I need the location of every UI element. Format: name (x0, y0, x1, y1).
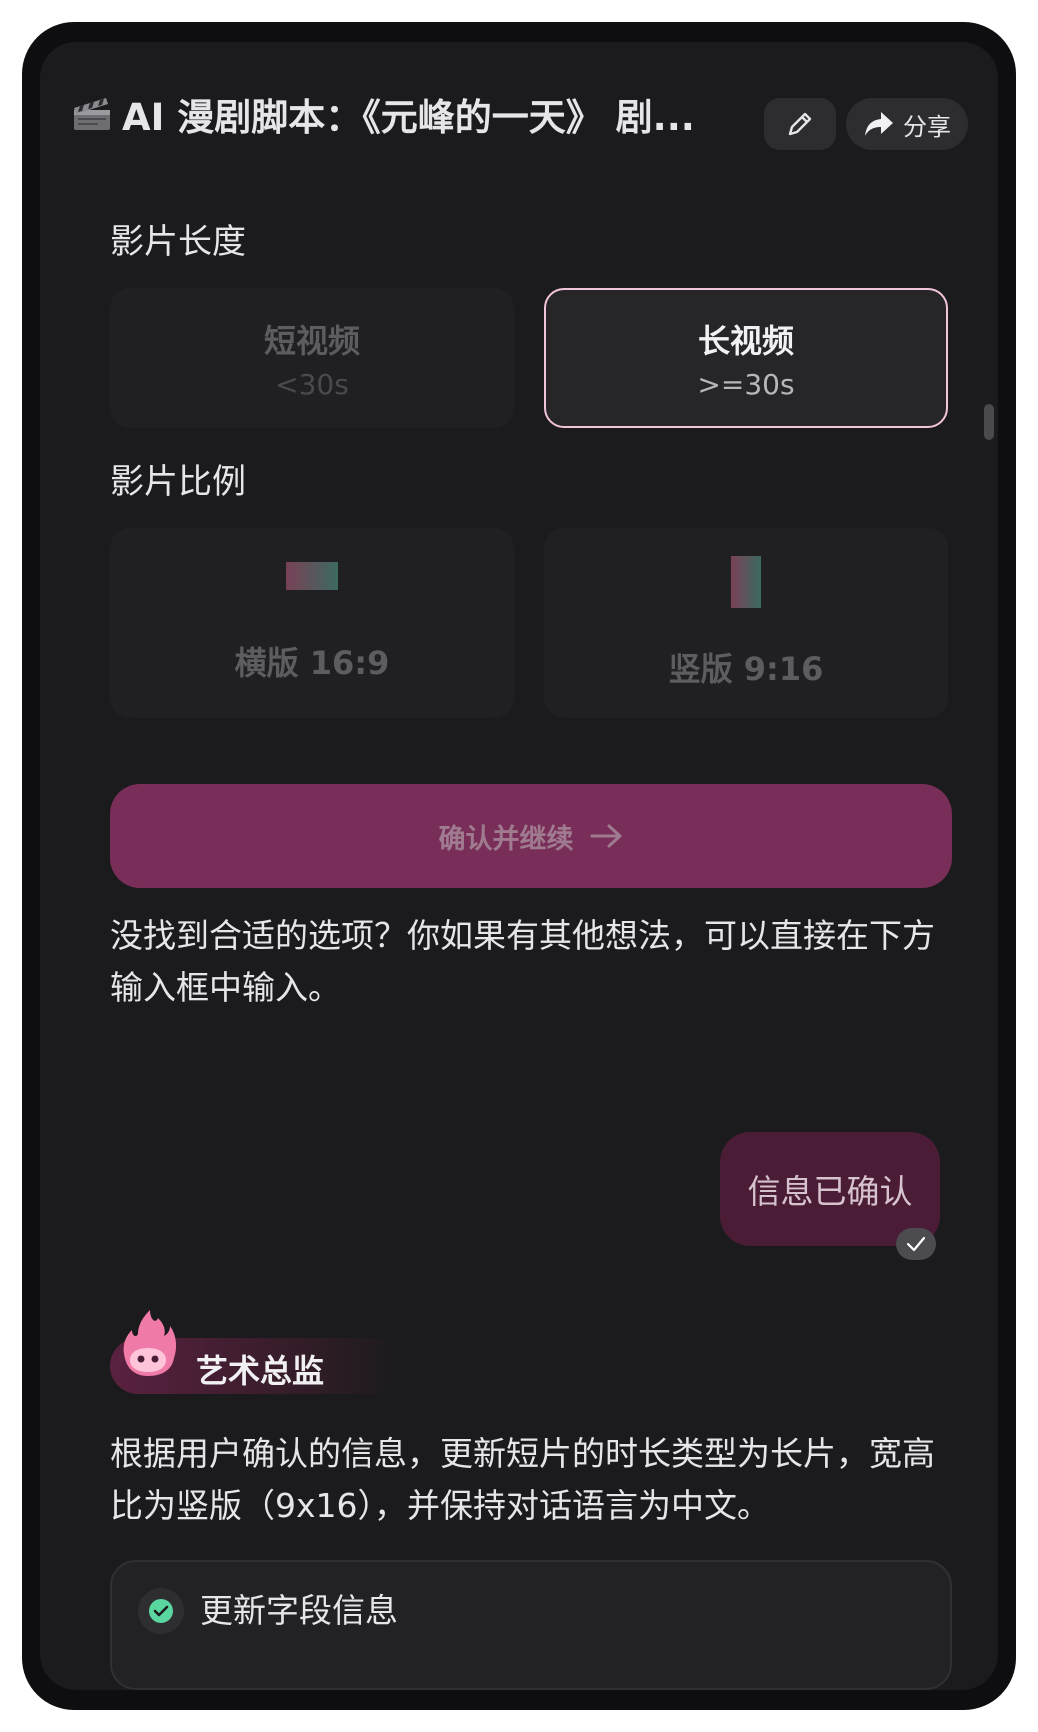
user-message-text: 信息已确认 (747, 1172, 913, 1211)
option-title: 长视频 (697, 321, 794, 360)
option-subtitle: >=30s (697, 367, 795, 401)
length-section-label: 影片长度 (110, 222, 246, 262)
landscape-thumbnail (286, 562, 338, 590)
ratio-label: 竖版 9:16 (668, 650, 824, 688)
title-text: AI 漫剧脚本：《元峰的一天》 剧... (122, 96, 695, 139)
share-label: 分享 (903, 112, 951, 141)
scrollbar-thumb[interactable] (984, 404, 994, 440)
clapperboard-icon (74, 98, 110, 130)
pencil-icon (788, 112, 812, 136)
length-option-long[interactable]: 长视频 >=30s (544, 288, 948, 428)
tool-call-card[interactable]: 更新字段信息 (110, 1560, 952, 1690)
device-frame: AI 漫剧脚本：《元峰的一天》 剧... 分享 影片长度 短视频 <30s 长视… (22, 22, 1016, 1710)
hint-text: 没找到合适的选项？你如果有其他想法，可以直接在下方输入框中输入。 (110, 916, 935, 1007)
arrow-right-icon (590, 824, 621, 848)
ratio-option-portrait[interactable]: 竖版 9:16 (544, 528, 948, 718)
tool-call-label: 更新字段信息 (200, 1591, 398, 1630)
share-arrow-icon (865, 112, 893, 136)
portrait-thumbnail (731, 556, 761, 608)
flame-mascot-icon (123, 1310, 177, 1376)
length-option-short[interactable]: 短视频 <30s (110, 288, 514, 428)
edit-button[interactable] (764, 98, 836, 150)
header: AI 漫剧脚本：《元峰的一天》 剧... 分享 (40, 42, 998, 162)
confirm-continue-button[interactable]: 确认并继续 (110, 784, 952, 888)
share-button[interactable]: 分享 (846, 98, 968, 150)
success-check-icon (138, 1588, 184, 1634)
option-title: 短视频 (263, 321, 360, 360)
page-title: AI 漫剧脚本：《元峰的一天》 剧... (72, 84, 752, 144)
ratio-label: 横版 16:9 (234, 644, 390, 682)
check-icon (896, 1228, 936, 1260)
agent-message: 根据用户确认的信息，更新短片的时长类型为长片，宽高比为竖版（9x16），并保持对… (110, 1434, 935, 1525)
app-screen: AI 漫剧脚本：《元峰的一天》 剧... 分享 影片长度 短视频 <30s 长视… (40, 42, 998, 1690)
confirm-label: 确认并继续 (438, 823, 574, 855)
ratio-option-landscape[interactable]: 横版 16:9 (110, 528, 514, 718)
option-subtitle: <30s (275, 367, 349, 401)
ratio-section-label: 影片比例 (110, 462, 246, 502)
agent-name: 艺术总监 (196, 1352, 325, 1390)
